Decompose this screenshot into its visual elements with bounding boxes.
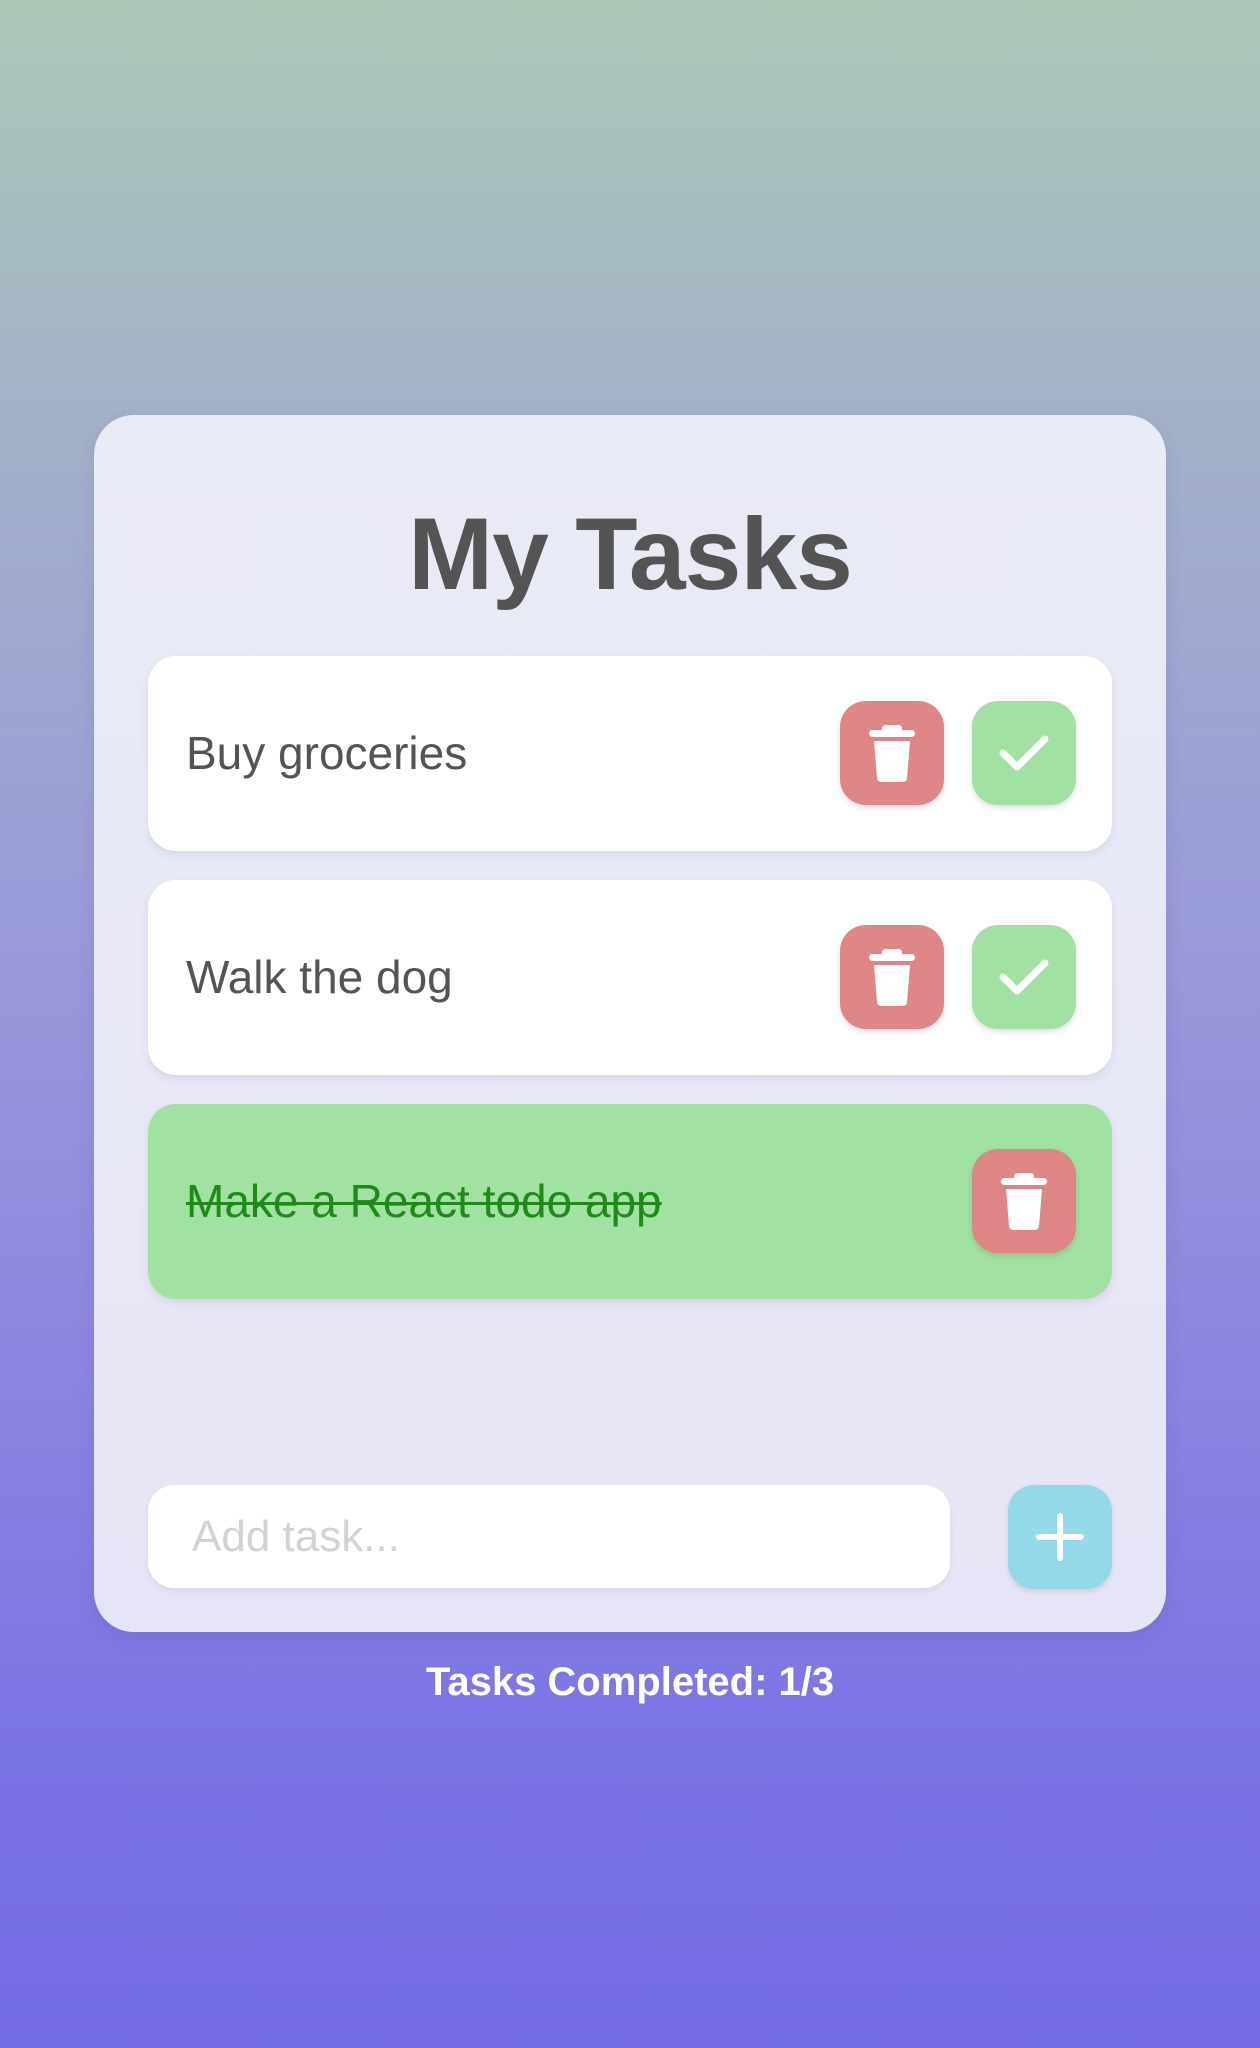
trash-icon xyxy=(1001,1173,1047,1230)
task-item: Buy groceries xyxy=(148,656,1112,851)
delete-task-button[interactable] xyxy=(972,1149,1076,1253)
tasks-card: My Tasks Buy groceries Walk the dog Make… xyxy=(94,415,1166,1632)
page-title: My Tasks xyxy=(408,497,853,611)
task-label: Make a React todo app xyxy=(186,1175,662,1227)
task-label: Buy groceries xyxy=(186,727,468,779)
plus-icon xyxy=(1036,1513,1084,1561)
trash-icon xyxy=(869,949,915,1006)
task-item: Walk the dog xyxy=(148,880,1112,1075)
task-item-completed: Make a React todo app xyxy=(148,1104,1112,1299)
add-task-input[interactable] xyxy=(148,1485,950,1588)
complete-task-button[interactable] xyxy=(972,925,1076,1029)
task-label: Walk the dog xyxy=(186,951,453,1003)
checkmark-icon xyxy=(999,959,1049,995)
trash-icon xyxy=(869,725,915,782)
delete-task-button[interactable] xyxy=(840,701,944,805)
complete-task-button[interactable] xyxy=(972,701,1076,805)
delete-task-button[interactable] xyxy=(840,925,944,1029)
add-task-button[interactable] xyxy=(1008,1485,1112,1589)
checkmark-icon xyxy=(999,735,1049,771)
tasks-completed-counter: Tasks Completed: 1/3 xyxy=(425,1660,835,1704)
